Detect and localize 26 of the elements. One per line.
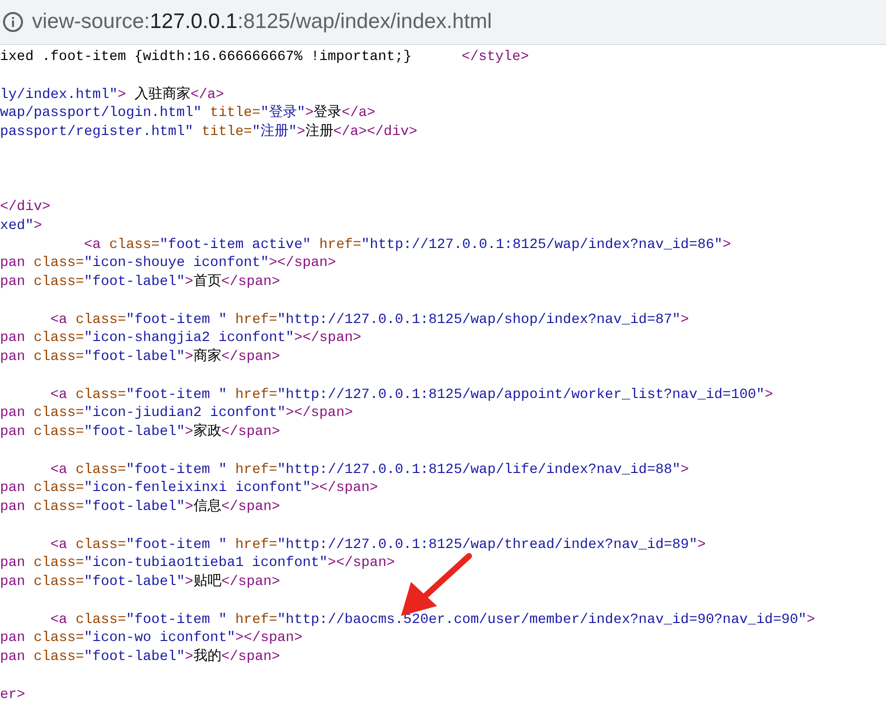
code-line: pan class="foot-label">商家</span> bbox=[0, 349, 280, 365]
code-line: passport/register.html" title="注册">注册</a></div> bbox=[0, 124, 418, 140]
code-line: <a class="foot-item " href="http://baocms.520er.com/user/member/index?nav_id=90?nav_id=90"> bbox=[50, 612, 815, 628]
code-line: pan class="icon-wo iconfont"></span> bbox=[0, 630, 302, 646]
code-line: pan class="icon-jiudian2 iconfont"></span> bbox=[0, 405, 353, 422]
code-line: wap/passport/login.html" title="登录">登录</a> bbox=[0, 105, 376, 122]
code-line: pan class="foot-label">家政</span> bbox=[0, 424, 280, 440]
info-icon[interactable] bbox=[2, 11, 24, 33]
code-line: pan class="icon-fenleixinxi iconfont"></span> bbox=[0, 480, 378, 496]
code-line: <a class="foot-item " href="http://127.0.0.1:8125/wap/life/index?nav_id=88"> bbox=[50, 462, 689, 478]
code-line: pan class="icon-tubiao1tieba1 iconfont"></span> bbox=[0, 555, 395, 572]
code-line: ixed .foot-item {width:16.666666667% !important;} </style> bbox=[0, 49, 529, 65]
code-line: pan class="foot-label">我的</span> bbox=[0, 649, 280, 665]
code-line: er> bbox=[0, 686, 26, 702]
code-line: <a class="foot-item " href="http://127.0.0.1:8125/wap/thread/index?nav_id=89"> bbox=[50, 536, 706, 552]
code-line: </div> bbox=[0, 199, 50, 215]
code-line: pan class="foot-label">贴吧</span> bbox=[0, 574, 280, 590]
code-line: xed"> bbox=[0, 218, 42, 234]
code-line: <a class="foot-item active" href="http://127.0.0.1:8125/wap/index?nav_id=86"> bbox=[84, 236, 731, 252]
code-line: <a class="foot-item " href="http://127.0.0.1:8125/wap/appoint/worker_list?nav_id=100"> bbox=[50, 386, 773, 402]
code-line: pan class="icon-shangjia2 iconfont"></span> bbox=[0, 330, 362, 346]
code-line: <a class="foot-item " href="http://127.0.0.1:8125/wap/shop/index?nav_id=87"> bbox=[50, 312, 689, 328]
code-line: pan class="icon-shouye iconfont"></span> bbox=[0, 255, 336, 272]
code-line: ly/index.html"> 入驻商家</a> bbox=[0, 86, 224, 102]
code-line: pan class="foot-label">信息</span> bbox=[0, 499, 280, 515]
code-line: pan class="foot-label">首页</span> bbox=[0, 274, 280, 290]
